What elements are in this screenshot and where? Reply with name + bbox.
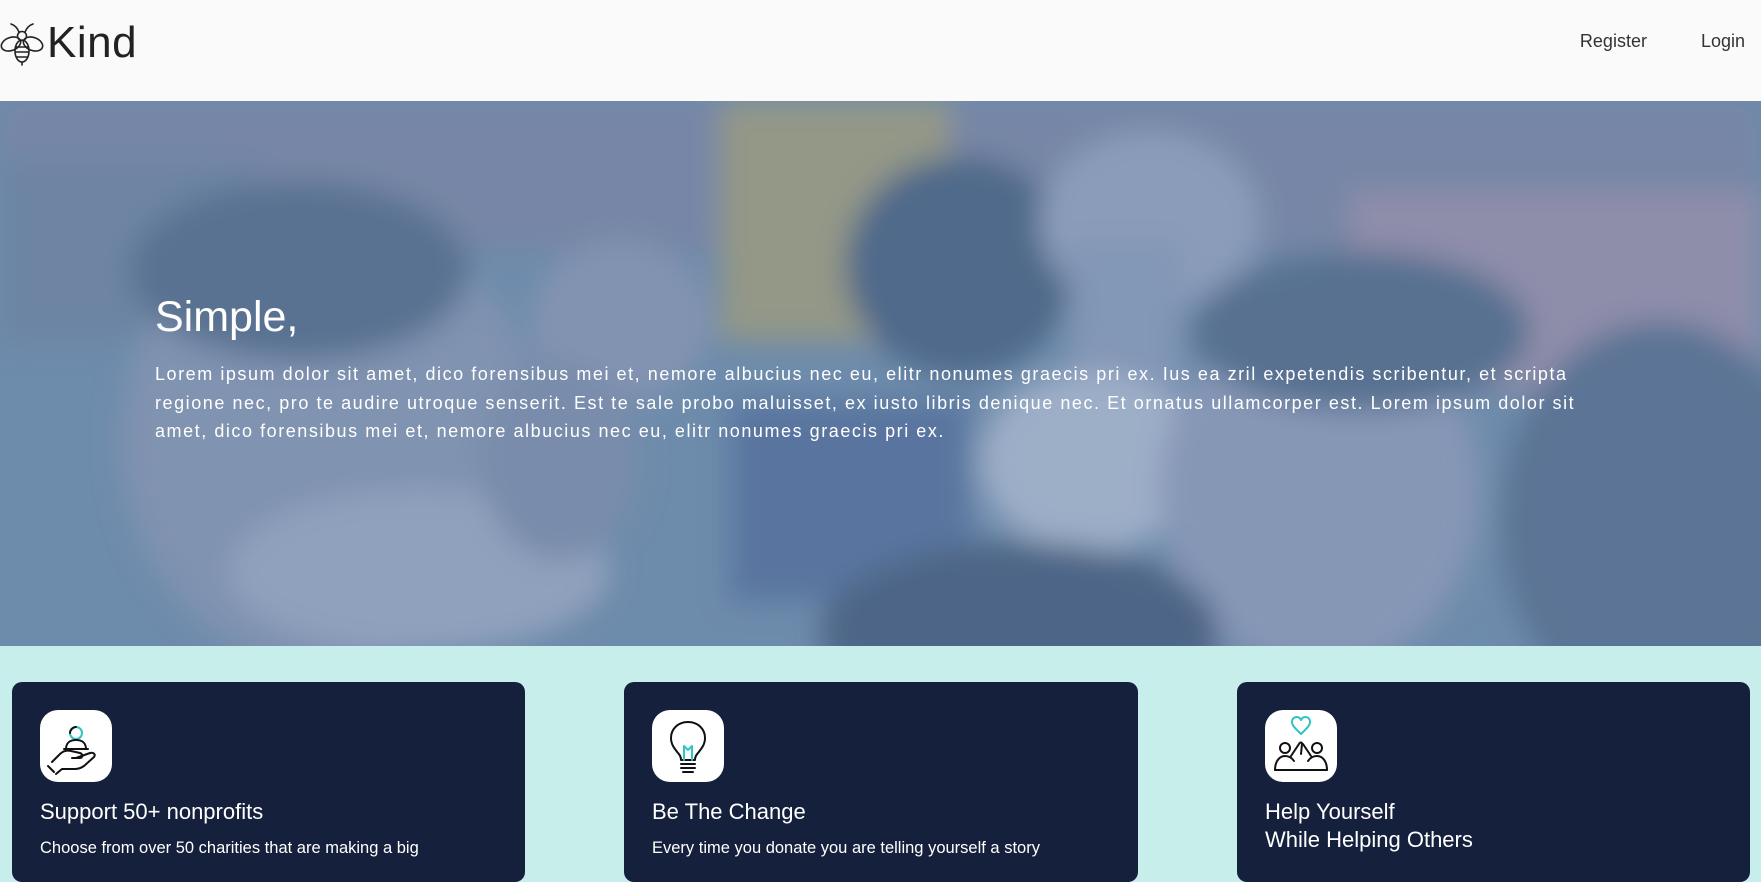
card-description: Choose from over 50 charities that are m… <box>40 839 419 857</box>
bee-icon <box>0 23 44 66</box>
brand-logo-link[interactable]: Kind <box>0 18 137 68</box>
register-link[interactable]: Register <box>1580 30 1647 52</box>
card-title-line: While Helping Others <box>1265 827 1473 852</box>
card-title-line: Be The Change <box>652 799 806 824</box>
brand-name: Kind <box>47 18 138 67</box>
hero-description: Lorem ipsum dolor sit amet, dico forensi… <box>155 364 1576 441</box>
top-nav: Register Login <box>1526 30 1761 52</box>
helping-hands-heart-icon <box>1274 716 1328 771</box>
card-description: Every time you donate you are telling yo… <box>652 839 1040 857</box>
feature-card-help-yourself: Help Yourself While Helping Others <box>1237 682 1750 882</box>
login-link[interactable]: Login <box>1701 30 1745 52</box>
card-title-line: Help Yourself <box>1265 799 1395 824</box>
feature-card-be-the-change: Be The Change Every time you donate you … <box>624 682 1138 882</box>
hand-giving-icon <box>47 726 96 775</box>
feature-card-nonprofits: Support 50+ nonprofits Choose from over … <box>12 682 525 882</box>
card-title: Help Yourself While Helping Others <box>1265 798 1705 854</box>
card-title: Be The Change <box>652 798 1092 826</box>
site-header: Kind Register Login <box>0 0 1761 101</box>
card-title-line: Support 50+ nonprofits <box>40 799 264 824</box>
card-icon-box <box>40 710 112 782</box>
lightbulb-icon <box>670 721 706 773</box>
card-title: Support 50+ nonprofits <box>40 798 480 826</box>
card-icon-box <box>1265 710 1337 782</box>
hero-banner: Simple, Lorem ipsum dolor sit amet, dico… <box>0 101 1761 646</box>
hero-title: Simple, <box>155 293 299 341</box>
card-icon-box <box>652 710 724 782</box>
